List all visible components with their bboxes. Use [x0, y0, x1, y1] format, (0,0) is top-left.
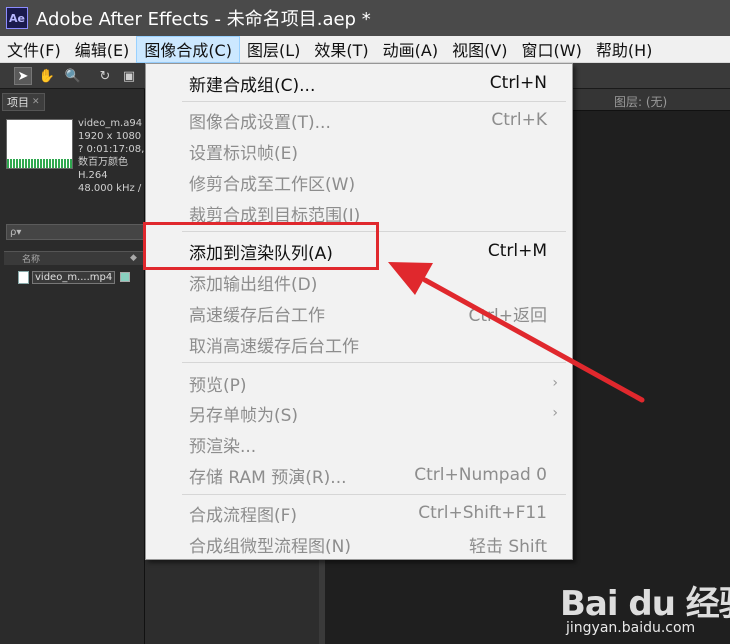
menu-separator: [182, 494, 566, 495]
column-header-name[interactable]: 名称 ◆: [4, 251, 144, 265]
menu-item-label: 图像合成设置(T)...: [189, 112, 331, 133]
menu-item-label: 合成组微型流程图(N): [189, 536, 351, 557]
project-item-name: video_m....mp4: [32, 270, 116, 284]
menu-item-shortcut: Ctrl+Shift+F11: [418, 503, 547, 523]
hand-tool-icon[interactable]: ✋: [38, 67, 56, 85]
menu-item-add-output-module[interactable]: 添加输出组件(D): [146, 267, 572, 297]
composition-menu-dropdown: 新建合成组(C)... Ctrl+N 图像合成设置(T)... Ctrl+K 设…: [145, 63, 573, 560]
menu-separator: [182, 101, 566, 102]
menu-effect[interactable]: 效果(T): [307, 36, 375, 63]
menu-bar: 文件(F) 编辑(E) 图像合成(C) 图层(L) 效果(T) 动画(A) 视图…: [0, 35, 730, 63]
menu-item-preview[interactable]: 预览(P) ›: [146, 368, 572, 398]
menu-item-composition-flowchart[interactable]: 合成流程图(F) Ctrl+Shift+F11: [146, 498, 572, 528]
footage-info-line: H.264: [78, 170, 108, 181]
menu-item-set-poster-time[interactable]: 设置标识帧(E): [146, 136, 572, 166]
menu-item-trim-to-work-area[interactable]: 修剪合成至工作区(W): [146, 167, 572, 197]
menu-item-label: 存储 RAM 预演(R)...: [189, 467, 347, 488]
menu-item-composition-settings[interactable]: 图像合成设置(T)... Ctrl+K: [146, 105, 572, 135]
watermark-logo: Bai du 经验: [560, 584, 730, 624]
menu-view[interactable]: 视图(V): [445, 36, 514, 63]
menu-item-cache-in-background[interactable]: 高速缓存后台工作 Ctrl+返回: [146, 298, 572, 328]
title-bar: Ae Adobe After Effects - 未命名项目.aep *: [0, 0, 730, 36]
project-tab[interactable]: 项目 ✕: [2, 93, 45, 111]
menu-item-label: 另存单帧为(S): [189, 405, 299, 426]
menu-item-shortcut: Ctrl+返回: [468, 305, 548, 326]
panel-divider-area: [145, 560, 325, 644]
footage-info-line: 1920 x 1080 (: [78, 131, 144, 142]
menu-edit[interactable]: 编辑(E): [68, 36, 137, 63]
menu-item-save-ram-preview[interactable]: 存储 RAM 预演(R)... Ctrl+Numpad 0: [146, 460, 572, 490]
footage-thumbnail: [6, 119, 73, 169]
menu-separator: [182, 362, 566, 363]
baidu-jingyan-watermark: Bai du 经验 jingyan.baidu.com: [560, 568, 730, 642]
after-effects-window: Ae Adobe After Effects - 未命名项目.aep * 文件(…: [0, 0, 730, 644]
project-search-input[interactable]: ρ▾: [6, 224, 144, 240]
menu-item-label: 修剪合成至工作区(W): [189, 174, 356, 195]
window-title: Adobe After Effects - 未命名项目.aep *: [36, 9, 371, 30]
footage-info: video_m.a94 1920 x 1080 ( ? 0:01:17:08, …: [78, 117, 144, 195]
menu-item-mini-flowchart[interactable]: 合成组微型流程图(N) 轻击 Shift: [146, 529, 572, 559]
camera-tool-icon[interactable]: ▣: [120, 67, 138, 85]
footage-info-line: ? 0:01:17:08,: [78, 144, 144, 155]
menu-item-new-composition[interactable]: 新建合成组(C)... Ctrl+N: [146, 68, 572, 98]
submenu-arrow-icon: ›: [552, 375, 558, 391]
footage-info-line: 数百万颜色: [78, 157, 128, 168]
column-name-label: 名称: [22, 255, 41, 265]
menu-item-cancel-background-cache[interactable]: 取消高速缓存后台工作: [146, 329, 572, 359]
menu-item-shortcut: Ctrl+Numpad 0: [414, 465, 547, 485]
menu-window[interactable]: 窗口(W): [515, 36, 589, 63]
menu-layer[interactable]: 图层(L): [240, 36, 307, 63]
menu-item-label: 添加输出组件(D): [189, 274, 318, 295]
menu-item-label: 取消高速缓存后台工作: [189, 336, 359, 357]
menu-animation[interactable]: 动画(A): [376, 36, 445, 63]
watermark-url: jingyan.baidu.com: [566, 620, 696, 636]
menu-item-shortcut: Ctrl+N: [489, 73, 547, 93]
footage-info-line: 48.000 kHz /: [78, 183, 142, 194]
audio-waveform: [7, 159, 72, 168]
label-column-icon: ◆: [130, 253, 137, 263]
selection-tool-icon[interactable]: ➤: [14, 67, 32, 85]
menu-item-label: 高速缓存后台工作: [189, 305, 325, 326]
annotation-highlight-box: [143, 222, 379, 270]
zoom-tool-icon[interactable]: 🔍: [64, 67, 82, 85]
menu-item-pre-render[interactable]: 预渲染...: [146, 429, 572, 459]
menu-item-shortcut: Ctrl+K: [491, 110, 547, 130]
project-item-row[interactable]: video_m....mp4: [4, 269, 144, 285]
menu-item-label: 预渲染...: [189, 436, 257, 457]
menu-item-label: 合成流程图(F): [189, 505, 298, 526]
menu-item-label: 设置标识帧(E): [189, 143, 299, 164]
app-logo-icon: Ae: [6, 7, 28, 29]
menu-help[interactable]: 帮助(H): [589, 36, 660, 63]
menu-item-shortcut: 轻击 Shift: [468, 536, 547, 557]
menu-item-label: 新建合成组(C)...: [189, 75, 316, 96]
menu-item-shortcut: Ctrl+M: [487, 241, 547, 261]
video-file-icon: [18, 270, 29, 284]
panel-splitter[interactable]: [319, 560, 325, 644]
rotate-tool-icon[interactable]: ↻: [96, 67, 114, 85]
menu-composition[interactable]: 图像合成(C): [136, 35, 240, 63]
project-panel: 项目 ✕ video_m.a94 1920 x 1080 ( ? 0:01:17…: [0, 89, 145, 644]
project-tab-label: 项目: [7, 96, 29, 109]
footage-info-line: video_m.a94: [78, 118, 143, 129]
layer-panel-label: 图层: (无): [614, 95, 668, 109]
menu-item-save-frame-as[interactable]: 另存单帧为(S) ›: [146, 398, 572, 428]
menu-item-label: 预览(P): [189, 375, 247, 396]
submenu-arrow-icon: ›: [552, 405, 558, 421]
label-color-swatch: [120, 272, 131, 282]
close-icon[interactable]: ✕: [32, 97, 40, 107]
menu-file[interactable]: 文件(F): [0, 36, 68, 63]
